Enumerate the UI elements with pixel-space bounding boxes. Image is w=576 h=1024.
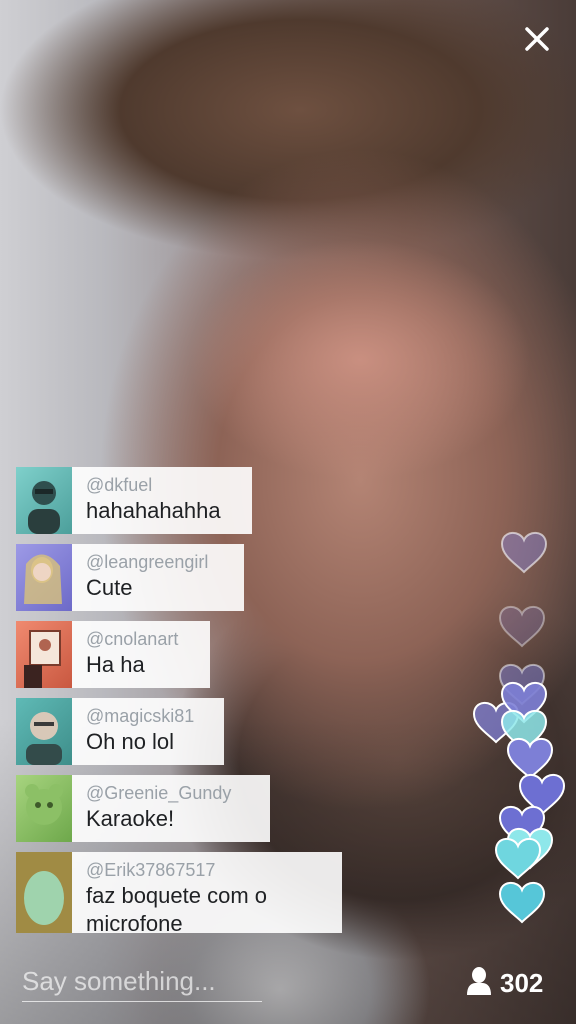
comment-username: @dkfuel <box>86 475 153 495</box>
heart-icon <box>499 881 545 923</box>
avatar <box>16 775 72 842</box>
hearts-animation <box>473 531 565 923</box>
comment-bubble: @Erik37867517 faz boquete com o microfon… <box>72 852 342 933</box>
comment-bubble: @Greenie_Gundy Karaoke! <box>72 775 270 842</box>
close-icon[interactable] <box>520 22 554 56</box>
comment-item[interactable]: @dkfuel hahahahahha <box>16 467 342 534</box>
comment-text: Ha ha <box>86 652 145 677</box>
comment-text: faz boquete com o microfone <box>86 883 268 933</box>
viewer-count[interactable]: 302 <box>466 966 543 1001</box>
comment-item[interactable]: @cnolanart Ha ha <box>16 621 342 688</box>
comment-list: @dkfuel hahahahahha @leangreengirl Cute … <box>16 467 342 943</box>
comment-bubble: @dkfuel hahahahahha <box>72 467 252 534</box>
comment-input[interactable]: Say something... <box>22 966 262 1002</box>
comment-username: @magicski81 <box>86 706 195 726</box>
comment-text: Cute <box>86 575 133 600</box>
comment-username: @Erik37867517 <box>86 860 216 880</box>
avatar <box>16 621 72 688</box>
comment-bubble: @magicski81 Oh no lol <box>72 698 224 765</box>
comment-text: Oh no lol <box>86 729 175 754</box>
broadcast-screen: @dkfuel hahahahahha @leangreengirl Cute … <box>0 0 576 1024</box>
avatar <box>16 698 72 765</box>
comment-bubble: @cnolanart Ha ha <box>72 621 210 688</box>
heart-icon <box>507 737 553 779</box>
person-icon <box>466 966 492 1001</box>
comment-item[interactable]: @leangreengirl Cute <box>16 544 342 611</box>
avatar <box>16 467 72 534</box>
avatar <box>16 852 72 933</box>
heart-icon <box>499 605 545 647</box>
comment-item[interactable]: @magicski81 Oh no lol <box>16 698 342 765</box>
comment-username: @Greenie_Gundy <box>86 783 232 803</box>
comment-item[interactable]: @Greenie_Gundy Karaoke! <box>16 775 342 842</box>
comment-text: Karaoke! <box>86 806 175 831</box>
heart-icon <box>501 531 547 573</box>
comment-item[interactable]: @Erik37867517 faz boquete com o microfon… <box>16 852 342 933</box>
viewer-count-number: 302 <box>500 968 544 998</box>
comment-input-placeholder: Say something... <box>22 966 216 996</box>
comment-username: @cnolanart <box>86 629 179 649</box>
comment-text: hahahahahha <box>86 498 221 523</box>
heart-icon <box>495 837 541 879</box>
comment-username: @leangreengirl <box>86 552 209 572</box>
avatar <box>16 544 72 611</box>
comment-bubble: @leangreengirl Cute <box>72 544 244 611</box>
